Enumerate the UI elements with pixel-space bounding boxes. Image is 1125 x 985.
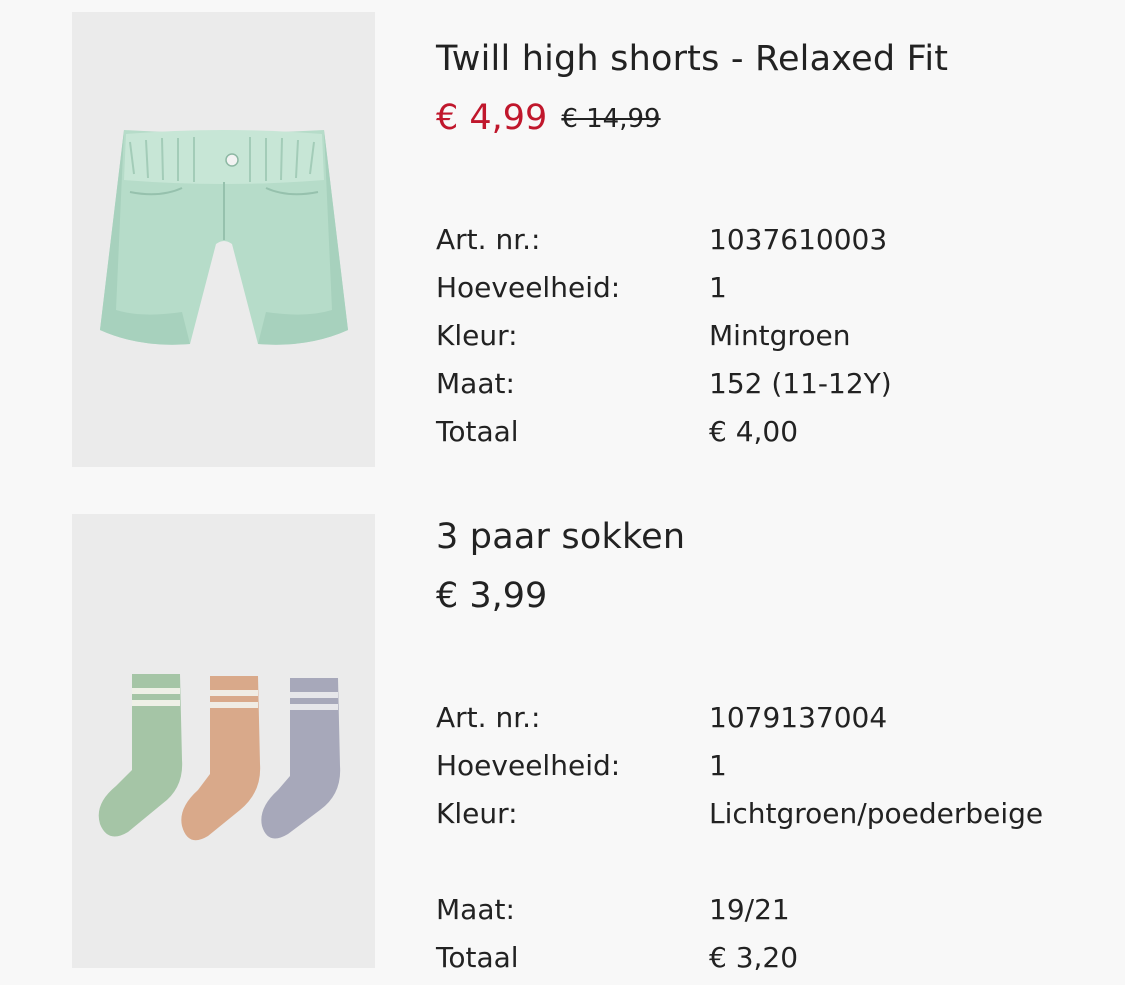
detail-label: Maat: bbox=[436, 893, 515, 926]
product-image-socks[interactable] bbox=[72, 514, 375, 968]
detail-value: Lichtgroen/poederbeige bbox=[709, 797, 1044, 830]
detail-label: Totaal bbox=[436, 415, 519, 448]
product-title[interactable]: Twill high shorts - Relaxed Fit bbox=[436, 42, 948, 77]
original-price: € 14,99 bbox=[561, 103, 661, 134]
order-item: 3 paar sokken € 3,99 Art. nr.: 107913700… bbox=[0, 490, 1125, 985]
detail-label: Art. nr.: bbox=[436, 701, 541, 734]
detail-value: 152 (11-12Y) bbox=[709, 367, 892, 400]
detail-value: Mintgroen bbox=[709, 319, 851, 352]
detail-value: 1037610003 bbox=[709, 223, 888, 256]
detail-value: € 4,00 bbox=[709, 415, 799, 448]
price-row: € 3,99 bbox=[436, 579, 547, 614]
detail-label: Art. nr.: bbox=[436, 223, 541, 256]
detail-label: Kleur: bbox=[436, 319, 518, 352]
shorts-icon bbox=[72, 12, 375, 467]
price: € 3,99 bbox=[436, 576, 548, 616]
detail-value: 1079137004 bbox=[709, 701, 888, 734]
price-row: € 4,99 € 14,99 bbox=[436, 101, 661, 136]
product-title[interactable]: 3 paar sokken bbox=[436, 520, 685, 555]
detail-label: Kleur: bbox=[436, 797, 518, 830]
product-image-shorts[interactable] bbox=[72, 12, 375, 467]
detail-value: 1 bbox=[709, 271, 727, 304]
sale-price: € 4,99 bbox=[436, 98, 548, 138]
order-item: Twill high shorts - Relaxed Fit € 4,99 € … bbox=[0, 0, 1125, 480]
detail-label: Hoeveelheid: bbox=[436, 749, 621, 782]
detail-value: 1 bbox=[709, 749, 727, 782]
detail-label: Totaal bbox=[436, 941, 519, 974]
detail-value: 19/21 bbox=[709, 893, 790, 926]
socks-icon bbox=[72, 514, 375, 968]
detail-label: Maat: bbox=[436, 367, 515, 400]
detail-value: € 3,20 bbox=[709, 941, 799, 974]
detail-label: Hoeveelheid: bbox=[436, 271, 621, 304]
